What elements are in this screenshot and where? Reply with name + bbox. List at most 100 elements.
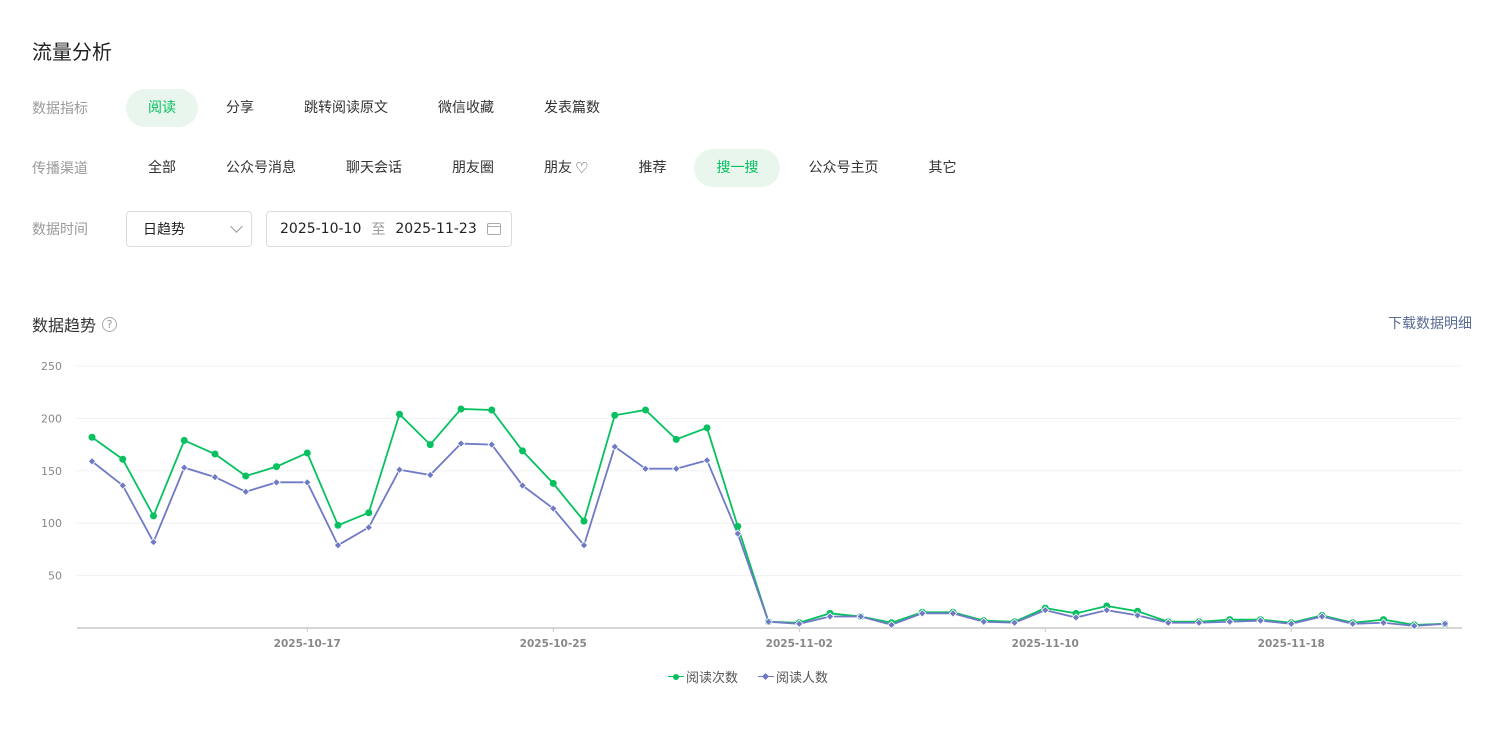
download-data-link[interactable]: 下载数据明细 bbox=[1388, 313, 1472, 333]
date-separator: 至 bbox=[371, 222, 386, 238]
time-label: 数据时间 bbox=[32, 222, 88, 238]
legend-item-readers[interactable]: 阅读人数 bbox=[758, 667, 828, 686]
data-point-reads bbox=[488, 406, 496, 414]
legend-label-readers: 阅读人数 bbox=[776, 671, 829, 686]
channel-tab-label: 搜一搜 bbox=[716, 160, 759, 176]
data-point-reads bbox=[580, 517, 588, 525]
metric-tab-label: 分享 bbox=[226, 100, 254, 116]
channel-tab-label: 公众号主页 bbox=[808, 160, 879, 176]
data-point-reads bbox=[672, 435, 680, 443]
data-point-readers bbox=[764, 617, 773, 626]
data-point-reads bbox=[426, 441, 434, 449]
data-point-reads bbox=[642, 406, 649, 414]
chevron-down-icon bbox=[230, 220, 243, 233]
channel-tab-1[interactable]: 公众号消息 bbox=[204, 149, 318, 187]
metric-tab-3[interactable]: 微信收藏 bbox=[416, 89, 516, 127]
channel-tab-label: 全部 bbox=[148, 160, 176, 176]
data-point-readers bbox=[364, 523, 373, 532]
metric-tab-0[interactable]: 阅读 bbox=[126, 89, 198, 127]
data-point-readers bbox=[149, 537, 158, 547]
metric-tab-label: 发表篇数 bbox=[544, 100, 600, 116]
data-point-reads bbox=[734, 522, 742, 530]
data-point-reads bbox=[150, 512, 157, 520]
metric-tab-label: 微信收藏 bbox=[438, 100, 494, 116]
data-point-readers bbox=[210, 472, 220, 482]
data-point-readers bbox=[395, 465, 404, 474]
chart-legend: 阅读次数 阅读人数 bbox=[668, 667, 848, 686]
metric-tab-2[interactable]: 跳转阅读原文 bbox=[282, 89, 410, 127]
series-line-0 bbox=[91, 408, 1446, 626]
data-point-readers bbox=[856, 612, 865, 621]
data-point-readers bbox=[272, 478, 281, 487]
channel-tab-2[interactable]: 聊天会话 bbox=[324, 149, 424, 187]
channel-tab-5[interactable]: 推荐 bbox=[616, 149, 688, 187]
y-tick-label: 200 bbox=[41, 412, 62, 425]
trend-title: 数据趋势 ? bbox=[32, 312, 118, 336]
channel-tab-6[interactable]: 搜一搜 bbox=[694, 149, 781, 187]
channel-tabs: 全部 公众号消息 聊天会话 朋友圈 朋友 ♡ 推荐 搜一搜 公众号主页 其它 bbox=[126, 149, 984, 187]
trend-title-text: 数据趋势 bbox=[32, 316, 97, 335]
granularity-select[interactable]: 日趋势 bbox=[126, 211, 252, 247]
data-point-reads bbox=[396, 410, 403, 418]
date-start[interactable]: 2025-10-10 bbox=[280, 221, 361, 237]
data-point-reads bbox=[334, 521, 342, 529]
date-range-picker[interactable]: 2025-10-10 至 2025-11-23 bbox=[266, 211, 512, 247]
channel-tab-label: 其它 bbox=[928, 160, 957, 176]
data-point-reads bbox=[519, 447, 526, 455]
legend-circle-icon bbox=[668, 672, 684, 682]
data-point-readers bbox=[241, 487, 250, 497]
data-point-readers bbox=[303, 478, 312, 487]
data-point-reads bbox=[211, 450, 219, 458]
y-tick-label: 150 bbox=[41, 465, 62, 478]
time-row: 数据时间 日趋势 2025-10-10 至 2025-11-23 bbox=[32, 210, 512, 248]
granularity-value: 日趋势 bbox=[143, 222, 185, 238]
metric-tab-label: 阅读 bbox=[148, 100, 176, 116]
x-tick-label: 2025-11-10 bbox=[1012, 638, 1079, 650]
data-point-reads bbox=[549, 479, 557, 487]
y-tick-label: 250 bbox=[41, 360, 62, 373]
channel-tab-label: 朋友 bbox=[544, 160, 572, 176]
metrics-row: 数据指标 阅读 分享 跳转阅读原文 微信收藏 发表篇数 bbox=[32, 89, 628, 127]
metrics-label: 数据指标 bbox=[32, 101, 88, 117]
x-tick-label: 2025-10-17 bbox=[274, 638, 341, 650]
x-tick-label: 2025-10-25 bbox=[520, 638, 587, 650]
data-point-readers bbox=[702, 456, 712, 465]
channel-tab-8[interactable]: 其它 bbox=[906, 149, 978, 187]
data-point-reads bbox=[303, 449, 311, 457]
calendar-icon bbox=[487, 223, 501, 235]
data-point-reads bbox=[119, 455, 127, 463]
metric-tab-1[interactable]: 分享 bbox=[204, 89, 276, 127]
channel-tab-label: 聊天会话 bbox=[346, 160, 402, 176]
data-point-readers bbox=[180, 463, 189, 472]
date-end[interactable]: 2025-11-23 bbox=[395, 221, 476, 237]
data-point-reads bbox=[703, 424, 711, 432]
data-point-reads bbox=[457, 405, 465, 413]
metric-tab-label: 跳转阅读原文 bbox=[304, 100, 388, 116]
data-point-reads bbox=[273, 463, 280, 471]
data-point-reads bbox=[365, 509, 373, 517]
trend-chart: 50 100 150 200 250 2025-10-17 2025-10-25 2025-1… bbox=[41, 360, 1462, 650]
channel-tab-0[interactable]: 全部 bbox=[126, 149, 198, 187]
channel-tab-7[interactable]: 公众号主页 bbox=[786, 149, 900, 187]
data-point-reads bbox=[180, 436, 188, 444]
heart-icon: ♡ bbox=[575, 159, 589, 177]
metric-tabs: 阅读 分享 跳转阅读原文 微信收藏 发表篇数 bbox=[126, 89, 628, 127]
legend-diamond-icon bbox=[758, 672, 775, 682]
data-point-reads bbox=[611, 411, 619, 419]
channels-row: 传播渠道 全部 公众号消息 聊天会话 朋友圈 朋友 ♡ 推荐 搜一搜 公众号主页 其它 bbox=[32, 149, 984, 187]
page-title: 流量分析 bbox=[32, 40, 112, 64]
legend-item-reads[interactable]: 阅读次数 bbox=[668, 667, 738, 686]
channel-tab-3[interactable]: 朋友圈 bbox=[430, 149, 516, 187]
data-point-reads bbox=[88, 433, 96, 441]
y-tick-label: 100 bbox=[41, 517, 62, 530]
channel-tab-4[interactable]: 朋友 ♡ bbox=[522, 149, 610, 187]
metric-tab-4[interactable]: 发表篇数 bbox=[522, 89, 622, 127]
data-point-reads bbox=[242, 472, 250, 480]
legend-label-reads: 阅读次数 bbox=[686, 671, 739, 686]
channel-tab-label: 公众号消息 bbox=[226, 160, 296, 176]
help-icon[interactable]: ? bbox=[102, 316, 118, 332]
x-tick-label: 2025-11-02 bbox=[766, 638, 833, 650]
channels-label: 传播渠道 bbox=[32, 161, 88, 177]
data-point-readers bbox=[333, 540, 343, 550]
channel-tab-label: 朋友圈 bbox=[452, 160, 494, 176]
